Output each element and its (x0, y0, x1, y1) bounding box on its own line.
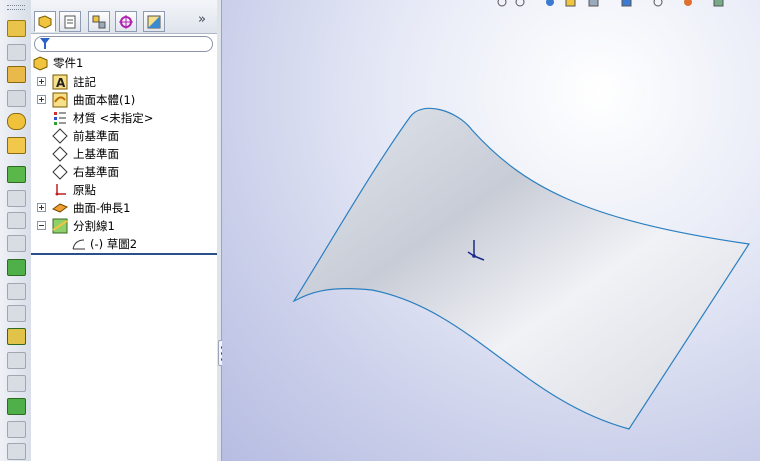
ruled-surface-icon[interactable] (7, 212, 26, 229)
plane-icon (52, 146, 68, 162)
surface-extrude-icon (52, 203, 68, 213)
tree-item-annotations[interactable]: A 註記 (37, 73, 213, 91)
tree-item-label: 前基準面 (73, 129, 119, 143)
configurationmanager-icon (92, 15, 106, 29)
tree-item-label: 右基準面 (73, 165, 119, 179)
tree-item-label: 註記 (73, 75, 96, 89)
tree-item-surface-extrude[interactable]: 曲面-伸長1 (37, 199, 213, 217)
radiate-surface-icon[interactable] (7, 235, 26, 252)
expand-panel-chevron[interactable]: » (198, 12, 206, 27)
expand-toggle[interactable] (37, 203, 46, 212)
command-toolbar-vertical (0, 0, 32, 461)
propertymanager-tab[interactable] (59, 11, 81, 32)
planar-surface-icon[interactable] (7, 166, 26, 183)
split-line-icon (52, 218, 68, 234)
untrim-surface-icon[interactable] (7, 305, 26, 322)
surface-bodies-icon (52, 92, 68, 108)
featuremanager-icon (38, 15, 52, 29)
tree-item-front-plane[interactable]: 前基準面 (37, 127, 213, 145)
plane-icon (52, 164, 68, 180)
configurationmanager-tab[interactable] (88, 11, 110, 32)
part-name: 零件1 (53, 56, 84, 70)
boundary-surface-icon[interactable] (7, 113, 26, 130)
svg-text:A: A (56, 76, 66, 90)
plane-icon (52, 128, 68, 144)
tree-item-material[interactable]: 材質 <未指定> (37, 109, 213, 127)
sketch-icon (72, 239, 85, 250)
replace-face-icon[interactable] (7, 398, 26, 415)
propertymanager-icon (64, 15, 76, 29)
tree-item-label: 原點 (73, 183, 96, 197)
tree-item-top-plane[interactable]: 上基準面 (37, 145, 213, 163)
offset-surface-icon[interactable] (7, 190, 26, 207)
material-icon (54, 112, 66, 125)
manager-tab-strip: » (31, 0, 217, 34)
rollback-bar[interactable] (31, 253, 217, 255)
extruded-surface-body[interactable] (292, 107, 751, 430)
dimxpert-icon (119, 15, 133, 29)
extruded-surface-icon[interactable] (7, 20, 26, 37)
featuremanager-panel: » 零件1 A 註記 曲面本體(1) 材質 <未指定> 前基準面 上基準面 右基… (31, 0, 218, 461)
tree-item-label: (-) 草圖2 (90, 237, 138, 251)
tree-item-label: 曲面-伸長1 (73, 201, 131, 215)
graphics-area[interactable] (222, 0, 760, 461)
expand-toggle[interactable] (37, 95, 46, 104)
tree-item-sketch[interactable]: (-) 草圖2 (58, 235, 213, 253)
tree-item-split-line[interactable]: 分割線1 (37, 217, 213, 235)
collapse-toggle[interactable] (37, 221, 46, 230)
tree-item-origin[interactable]: 原點 (37, 181, 213, 199)
display-manager-tab[interactable] (143, 11, 165, 32)
tree-filter-input[interactable] (34, 36, 213, 52)
annotations-icon: A (52, 74, 68, 90)
revolved-surface-icon[interactable] (7, 44, 26, 61)
fill-surface-icon[interactable] (7, 137, 26, 154)
tree-item-right-plane[interactable]: 右基準面 (37, 163, 213, 181)
tree-item-label: 上基準面 (73, 147, 119, 161)
part-icon (33, 56, 48, 71)
delete-face-icon[interactable] (7, 375, 26, 392)
filter-icon (40, 38, 50, 49)
surface-model[interactable] (222, 0, 760, 461)
lofted-surface-icon[interactable] (7, 90, 26, 107)
featuremanager-tab[interactable] (34, 11, 56, 32)
tree-root-part[interactable]: 零件1 (33, 54, 213, 72)
thicken-icon[interactable] (7, 421, 26, 438)
tree-item-label: 材質 <未指定> (73, 111, 154, 125)
swept-surface-icon[interactable] (7, 66, 26, 83)
tree-item-label: 分割線1 (73, 219, 115, 233)
tree-item-surface-bodies[interactable]: 曲面本體(1) (37, 91, 213, 109)
origin-icon (55, 184, 66, 196)
knit-surface-icon[interactable] (7, 328, 26, 345)
display-manager-icon (147, 15, 161, 29)
toolbar-grip[interactable] (7, 5, 25, 10)
fillet-icon[interactable] (7, 352, 26, 369)
extend-surface-icon[interactable] (7, 259, 26, 276)
tree-item-label: 曲面本體(1) (73, 93, 136, 107)
cut-with-surface-icon[interactable] (7, 443, 26, 460)
trim-surface-icon[interactable] (7, 283, 26, 300)
expand-toggle[interactable] (37, 77, 46, 86)
dimxpert-tab[interactable] (115, 11, 137, 32)
